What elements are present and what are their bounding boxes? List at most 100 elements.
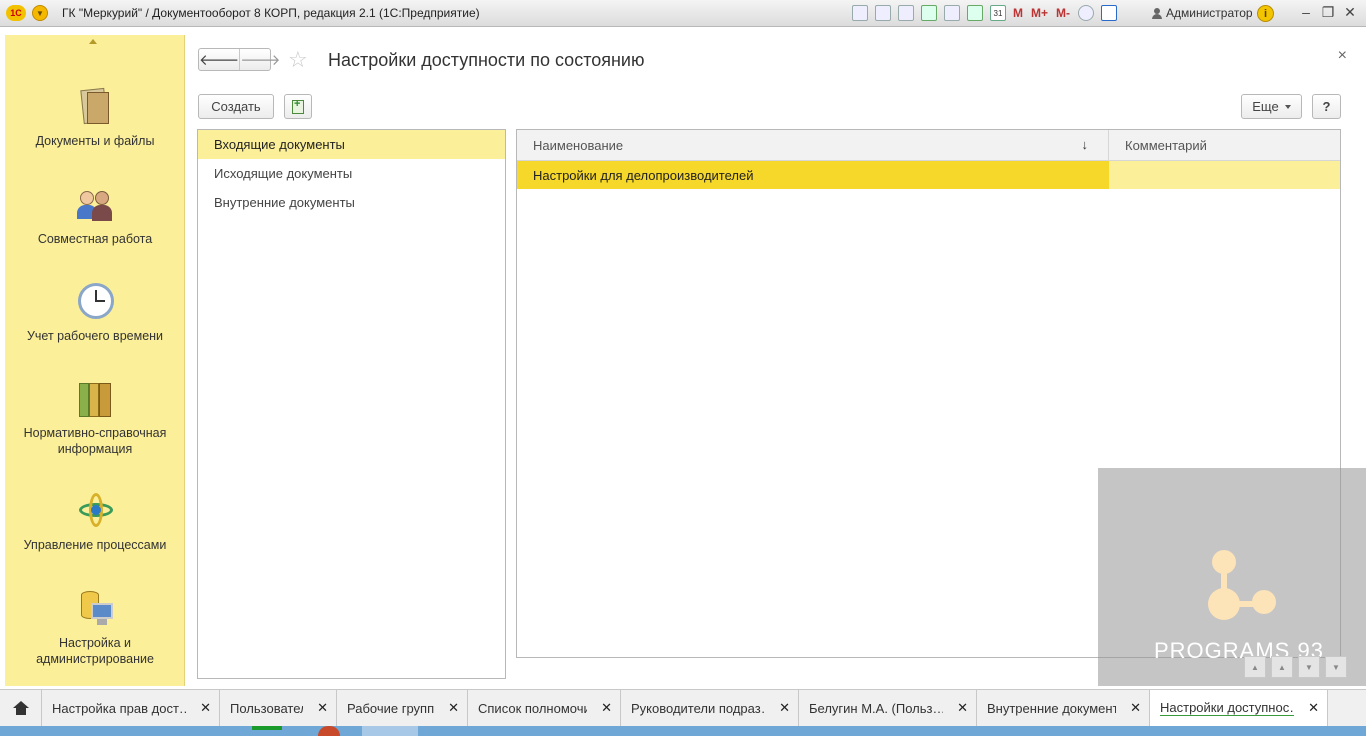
section-label: Учет рабочего времени — [26, 329, 164, 343]
tab-label: Внутренние документы — [987, 700, 1117, 716]
clock-icon — [77, 282, 114, 322]
cell-comment — [1109, 161, 1340, 189]
section-process-management[interactable]: Управление процессами — [5, 491, 185, 553]
tab-work-groups[interactable]: Рабочие группы ✕ — [337, 690, 468, 726]
tab-label: Рабочие группы — [347, 700, 435, 716]
help-button[interactable]: ? — [1312, 94, 1341, 119]
tab-internal-documents[interactable]: Внутренние документы ✕ — [977, 690, 1150, 726]
tab-label: Пользователи — [230, 700, 303, 716]
section-documents-files[interactable]: Документы и файлы — [5, 87, 185, 149]
more-label: Еще — [1252, 99, 1279, 114]
scroll-top-icon[interactable]: ▲ — [1244, 656, 1266, 678]
watermark-logo-icon — [1208, 550, 1276, 620]
more-button[interactable]: Еще — [1241, 94, 1302, 119]
close-icon[interactable]: ✕ — [779, 700, 790, 716]
tab-availability-settings[interactable]: Настройки доступнос… ✕ — [1150, 690, 1328, 726]
section-reference-info[interactable]: Нормативно-справочная информация — [5, 379, 185, 457]
close-icon[interactable]: ✕ — [317, 700, 328, 716]
favorite-star-icon[interactable]: ☆ — [288, 47, 308, 73]
tab-user-belugin[interactable]: Белугин М.А. (Польз… ✕ — [799, 690, 977, 726]
close-window-button[interactable]: ✕ — [1340, 4, 1360, 21]
print-icon[interactable] — [875, 5, 891, 21]
os-taskbar — [0, 726, 1366, 736]
minimize-button[interactable]: – — [1296, 4, 1316, 20]
window-title-bar: 1С ▼ ГК "Меркурий" / Документооборот 8 К… — [0, 0, 1366, 27]
column-label: Наименование — [533, 137, 624, 153]
restore-button[interactable]: ❐ — [1318, 4, 1338, 21]
scroll-up-icon[interactable] — [89, 39, 97, 44]
list-item-internal[interactable]: Внутренние документы — [198, 188, 505, 217]
tab-users[interactable]: Пользователи ✕ — [220, 690, 337, 726]
info-icon[interactable]: i — [1257, 5, 1274, 22]
documents-files-icon — [77, 87, 113, 127]
tab-access-rights[interactable]: Настройка прав дост… ✕ — [42, 690, 220, 726]
section-collaboration[interactable]: Совместная работа — [5, 185, 185, 247]
close-icon[interactable]: ✕ — [1130, 700, 1141, 716]
reference-folders-icon — [77, 379, 113, 419]
close-icon[interactable]: ✕ — [200, 700, 211, 716]
section-time-tracking[interactable]: Учет рабочего времени — [5, 282, 185, 344]
column-header-name[interactable]: Наименование ↓ — [517, 130, 1109, 160]
tab-department-heads[interactable]: Руководители подраз… ✕ — [621, 690, 799, 726]
document-type-list: Входящие документы Исходящие документы В… — [197, 129, 506, 679]
panel-layout-icon[interactable] — [1101, 5, 1118, 21]
table-row[interactable]: Настройки для делопроизводителей — [517, 161, 1340, 189]
chevron-down-icon — [1284, 104, 1291, 109]
upload-icon[interactable] — [921, 5, 937, 21]
memory-m-plus-button[interactable]: M+ — [1031, 6, 1048, 20]
memory-m-minus-button[interactable]: M- — [1056, 6, 1070, 20]
list-item-outgoing[interactable]: Исходящие документы — [198, 159, 505, 188]
tab-label: Руководители подраз… — [631, 700, 766, 716]
mail-icon[interactable] — [944, 5, 960, 21]
user-menu[interactable]: Администратор — [1152, 6, 1253, 20]
forward-arrow-icon[interactable]: 🡒 — [239, 49, 280, 70]
scroll-up-icon[interactable]: ▲ — [1271, 656, 1293, 678]
copy-button[interactable] — [284, 94, 312, 119]
tab-label: Настройка прав дост… — [52, 700, 187, 716]
scroll-bottom-icon[interactable]: ▼ — [1325, 656, 1347, 678]
tab-label: Список полномочий — [478, 700, 588, 716]
main-menu-icon[interactable]: ▼ — [32, 5, 48, 21]
spreadsheet-icon[interactable] — [967, 5, 983, 21]
collaboration-icon — [77, 185, 113, 225]
taskbar-app-excel-icon[interactable] — [252, 726, 282, 730]
memory-m-button[interactable]: M — [1013, 6, 1023, 20]
table-header: Наименование ↓ Комментарий — [517, 130, 1340, 161]
scroll-down-icon[interactable]: ▼ — [1298, 656, 1320, 678]
section-administration[interactable]: Настройка и администрирование — [5, 589, 185, 667]
save-icon[interactable] — [852, 5, 868, 21]
home-icon — [12, 701, 29, 715]
tab-label: Настройки доступнос… — [1160, 700, 1295, 716]
user-name: Администратор — [1166, 6, 1253, 20]
preview-icon[interactable] — [898, 5, 914, 21]
list-item-incoming[interactable]: Входящие документы — [198, 130, 505, 159]
close-form-icon[interactable]: × — [1338, 47, 1347, 65]
close-icon[interactable]: ✕ — [601, 700, 612, 716]
section-label: Документы и файлы — [35, 134, 155, 148]
section-label: Настройка и администрирование — [36, 636, 154, 666]
window-title: ГК "Меркурий" / Документооборот 8 КОРП, … — [62, 6, 480, 20]
zoom-icon[interactable] — [1078, 5, 1095, 21]
create-button[interactable]: Создать — [198, 94, 274, 119]
home-tab[interactable] — [0, 690, 42, 726]
admin-icon — [77, 589, 113, 629]
copy-add-icon — [292, 98, 304, 114]
app-logo-icon[interactable]: 1С — [6, 5, 26, 21]
watermark: PROGRAMS 93 — [1098, 468, 1366, 686]
back-arrow-icon[interactable]: 🡐 — [199, 49, 239, 70]
close-icon[interactable]: ✕ — [448, 700, 459, 716]
open-windows-bar: Настройка прав дост… ✕ Пользователи ✕ Рабо… — [0, 689, 1366, 726]
taskbar-app-1c-icon[interactable] — [362, 726, 418, 736]
process-icon — [77, 491, 113, 531]
page-title: Настройки доступности по состоянию — [328, 50, 645, 70]
tab-authority-list[interactable]: Список полномочий ✕ — [468, 690, 621, 726]
section-label: Нормативно-справочная информация — [23, 426, 167, 456]
column-header-comment[interactable]: Комментарий — [1109, 130, 1340, 160]
toolbar: 31 M M+ M- — [852, 4, 1124, 22]
close-icon[interactable]: ✕ — [957, 700, 968, 716]
close-icon[interactable]: ✕ — [1308, 700, 1319, 716]
calendar-icon[interactable]: 31 — [990, 5, 1006, 21]
cell-name: Настройки для делопроизводителей — [517, 161, 1109, 189]
section-label: Совместная работа — [37, 232, 153, 246]
taskbar-app-browser-icon[interactable] — [318, 726, 340, 736]
